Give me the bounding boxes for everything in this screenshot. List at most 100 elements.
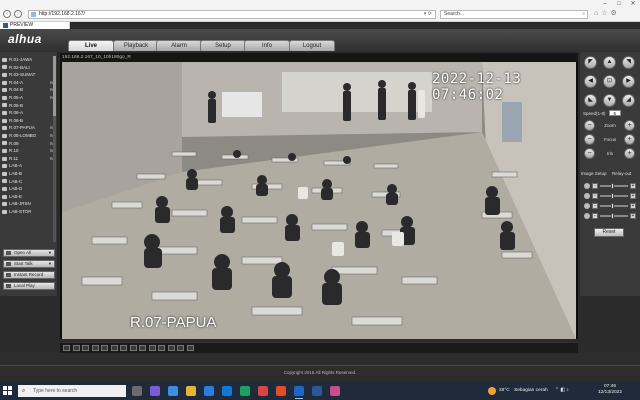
zoom-out-button[interactable]: − <box>584 120 595 131</box>
app-icon-edge[interactable] <box>168 386 178 396</box>
forward-icon[interactable]: › <box>14 10 22 18</box>
file-explorer-icon[interactable] <box>186 386 196 396</box>
app-icon-paint[interactable] <box>330 386 340 396</box>
slider-knob[interactable] <box>611 183 615 189</box>
channel-item[interactable]: R.06-A <box>2 109 56 117</box>
tab-alarm[interactable]: Alarm <box>156 40 202 51</box>
chevron-down-icon[interactable]: ▼ <box>48 250 52 256</box>
ptz-right-button[interactable]: ▶ <box>622 75 635 88</box>
refresh-icon[interactable]: ▾ ⟳ <box>424 11 432 18</box>
channel-item[interactable]: R.08-LOMBOM <box>2 132 56 140</box>
channel-item[interactable]: LAB-D <box>2 185 56 193</box>
mail-icon[interactable] <box>222 386 232 396</box>
app-icon-teams[interactable] <box>150 386 160 396</box>
address-bar[interactable]: http://192.168.2.167/ ▾ ⟳ <box>28 10 436 19</box>
channel-item[interactable]: LAB-JRSN <box>2 200 56 208</box>
channel-item[interactable]: LAB-B <box>2 170 56 178</box>
slider-knob[interactable] <box>611 193 615 199</box>
app-icon-powerpoint[interactable] <box>258 386 268 396</box>
layout-icon[interactable] <box>120 345 127 351</box>
slider-minus-button[interactable]: - <box>592 193 598 199</box>
maximize-icon[interactable]: □ <box>612 1 626 7</box>
layout-icon[interactable] <box>101 345 108 351</box>
channel-item[interactable]: R.09M <box>2 140 56 148</box>
browser-search-input[interactable]: Search... ⌕ <box>440 10 588 19</box>
slider-plus-button[interactable]: + <box>630 213 636 219</box>
layout-icon[interactable] <box>82 345 89 351</box>
slider-minus-button[interactable]: - <box>592 183 598 189</box>
layout-icon[interactable] <box>110 345 118 351</box>
local-play-button[interactable]: Local Play <box>3 282 55 290</box>
start-talk-button[interactable]: Start Talk ▼ <box>3 260 55 268</box>
channel-item[interactable]: R.04-AM <box>2 79 56 87</box>
channel-item[interactable]: LAB-E <box>2 193 56 201</box>
channel-item[interactable]: R.11M <box>2 155 56 163</box>
channel-item[interactable]: R.04-BM <box>2 86 56 94</box>
channel-item[interactable]: R.02-BALI <box>2 64 56 72</box>
tab-info[interactable]: Info <box>244 40 290 51</box>
channel-item[interactable]: LAB-A <box>2 162 56 170</box>
app-icon-store[interactable] <box>204 386 214 396</box>
ptz-down-right-button[interactable]: ◢ <box>622 94 635 107</box>
channel-item[interactable]: LAB-STOR <box>2 208 56 216</box>
tab-image-setup[interactable]: Image Setup <box>581 170 607 178</box>
instant-record-button[interactable]: Instant Record <box>3 271 55 279</box>
speed-select[interactable]: 5 <box>608 110 621 116</box>
reset-button[interactable]: Reset <box>594 228 624 237</box>
layout-icon[interactable] <box>148 345 156 351</box>
task-view-icon[interactable] <box>132 386 142 396</box>
ptz-up-left-button[interactable]: ◤ <box>584 56 597 69</box>
channel-item[interactable]: R.05-B <box>2 102 56 110</box>
slider-minus-button[interactable]: - <box>592 213 598 219</box>
star-icon[interactable]: ☆ <box>601 10 610 17</box>
channel-item[interactable]: R.10M <box>2 147 56 155</box>
taskbar-clock[interactable]: 07:46 12/13/2022 <box>590 384 630 396</box>
video-viewport[interactable]: 192.168.2.167_10_10h180go_R 2022-12-13 0… <box>60 53 578 339</box>
slider-minus-button[interactable]: - <box>592 203 598 209</box>
slider-plus-button[interactable]: + <box>630 193 636 199</box>
tab-relay-out[interactable]: Relay-out <box>612 170 631 178</box>
layout-icon[interactable] <box>167 345 175 351</box>
channel-item[interactable]: R.07-PAPUAM <box>2 124 56 132</box>
browser-tab[interactable]: PREVIEW <box>0 22 70 29</box>
slider-track[interactable] <box>600 183 628 189</box>
ptz-center-button[interactable]: ⊡ <box>603 75 616 88</box>
layout-icon[interactable] <box>186 345 194 351</box>
app-icon-word[interactable] <box>312 386 322 396</box>
search-icon[interactable]: ⌕ <box>582 11 585 18</box>
focus-plus-button[interactable]: + <box>624 134 635 145</box>
back-icon[interactable]: ‹ <box>3 10 11 18</box>
slider-plus-button[interactable]: + <box>630 183 636 189</box>
layout-icon[interactable] <box>91 345 99 351</box>
layout-icon[interactable] <box>139 345 146 351</box>
tab-setup[interactable]: Setup <box>200 40 246 51</box>
layout-icon[interactable] <box>177 345 184 351</box>
ptz-down-left-button[interactable]: ◣ <box>584 94 597 107</box>
open-all-button[interactable]: Open All ▼ <box>3 249 55 257</box>
slider-track[interactable] <box>600 213 628 219</box>
layout-icon[interactable] <box>129 345 137 351</box>
ptz-down-button[interactable]: ▼ <box>603 94 616 107</box>
ptz-up-button[interactable]: ▲ <box>603 56 616 69</box>
slider-knob[interactable] <box>611 213 615 219</box>
gear-icon[interactable]: ⚙ <box>611 10 620 17</box>
layout-icon[interactable] <box>63 345 70 351</box>
channel-item[interactable]: LAB-C <box>2 178 56 186</box>
channel-item[interactable]: R.01-JAWA <box>2 56 56 64</box>
slider-track[interactable] <box>600 193 628 199</box>
internet-explorer-icon[interactable] <box>294 386 304 399</box>
iris-minus-button[interactable]: − <box>584 148 595 159</box>
layout-icon[interactable] <box>158 345 165 351</box>
slider-plus-button[interactable]: + <box>630 203 636 209</box>
slider-track[interactable] <box>600 203 628 209</box>
slider-knob[interactable] <box>611 203 615 209</box>
channel-scrollbar[interactable] <box>53 56 56 242</box>
minimize-icon[interactable]: – <box>598 1 612 7</box>
focus-minus-button[interactable]: − <box>584 134 595 145</box>
close-icon[interactable]: ✕ <box>626 0 640 7</box>
channel-item[interactable]: R.05-AM <box>2 94 56 102</box>
ptz-up-right-button[interactable]: ◥ <box>622 56 635 69</box>
ptz-left-button[interactable]: ◀ <box>584 75 597 88</box>
tray-icons[interactable]: ⌃ ◧ ♪ <box>555 388 569 393</box>
chevron-down-icon[interactable]: ▼ <box>48 261 52 267</box>
